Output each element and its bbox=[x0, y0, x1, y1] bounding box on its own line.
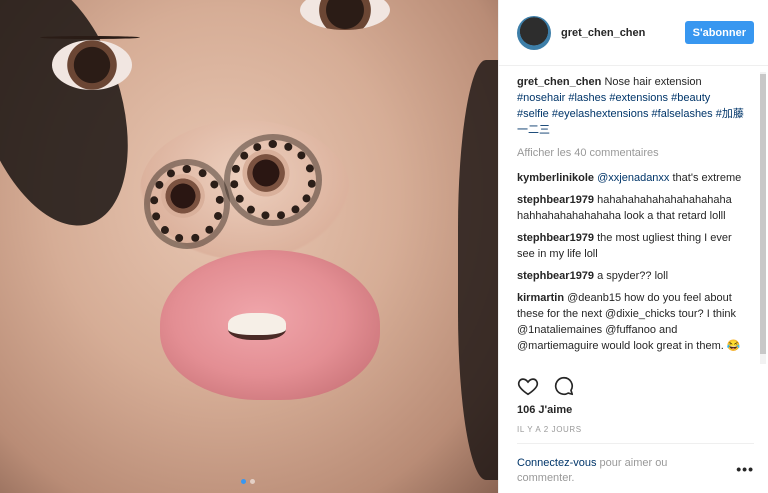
post-timestamp: IL Y A 2 JOURS bbox=[517, 425, 582, 434]
comment-text: a spyder?? loll bbox=[597, 270, 669, 282]
action-bar bbox=[517, 375, 575, 397]
login-prompt: Connectez-vous pour aimer ou commenter. bbox=[517, 456, 717, 486]
carousel-dot-2[interactable] bbox=[250, 479, 255, 484]
comment-item: kirmartin @deanb15 how do you feel about… bbox=[517, 290, 744, 354]
comment-username[interactable]: stephbear1979 bbox=[517, 270, 594, 282]
heart-outline-icon[interactable] bbox=[517, 375, 539, 397]
comment-username[interactable]: stephbear1979 bbox=[517, 232, 594, 244]
divider bbox=[517, 443, 754, 444]
post-header: gret_chen_chen S'abonner bbox=[499, 0, 768, 66]
photo-lash-left bbox=[40, 36, 140, 39]
login-link[interactable]: Connectez-vous bbox=[517, 457, 597, 469]
header-username[interactable]: gret_chen_chen bbox=[561, 27, 685, 39]
comment-username[interactable]: kirmartin bbox=[517, 292, 564, 304]
comment-mention[interactable]: @xxjenadanxx bbox=[597, 172, 669, 184]
carousel-indicator bbox=[241, 479, 255, 484]
comment-username[interactable]: kymberlinikole bbox=[517, 172, 594, 184]
follow-button[interactable]: S'abonner bbox=[684, 21, 754, 44]
photo-eye-left bbox=[52, 40, 132, 90]
comments-scrollbar[interactable] bbox=[760, 72, 766, 364]
carousel-dot-1[interactable] bbox=[241, 479, 246, 484]
comment-item: stephbear1979 a spyder?? loll bbox=[517, 268, 744, 284]
post-frame: gret_chen_chen S'abonner gret_chen_chen … bbox=[0, 0, 768, 493]
comment-item: stephbear1979 the most ugliest thing I e… bbox=[517, 230, 744, 262]
photo-hair-right bbox=[458, 60, 498, 480]
comments-list: gret_chen_chen Nose hair extension #nose… bbox=[517, 74, 744, 366]
comment-bubble-icon[interactable] bbox=[553, 375, 575, 397]
scrollbar-thumb[interactable] bbox=[760, 74, 766, 354]
post-photo[interactable] bbox=[0, 0, 498, 493]
likes-count[interactable]: 106 J'aime bbox=[517, 404, 572, 416]
photo-nostril-left bbox=[158, 170, 208, 222]
photo-eye-right bbox=[300, 0, 390, 30]
caption-username[interactable]: gret_chen_chen bbox=[517, 76, 601, 88]
avatar[interactable] bbox=[517, 15, 551, 50]
comment-item: kymberlinikole @xxjenadanxx that's extre… bbox=[517, 170, 744, 186]
comment-username[interactable]: stephbear1979 bbox=[517, 194, 594, 206]
comment-item: stephbear1979 hahahahahahahahahahaha hah… bbox=[517, 192, 744, 224]
caption: gret_chen_chen Nose hair extension #nose… bbox=[517, 74, 744, 138]
post-sidebar: gret_chen_chen S'abonner gret_chen_chen … bbox=[498, 0, 768, 493]
caption-hashtags[interactable]: #nosehair #lashes #extensions #beauty #s… bbox=[517, 92, 744, 136]
comment-text: that's extreme bbox=[669, 172, 742, 184]
caption-text: Nose hair extension bbox=[604, 76, 702, 88]
view-all-comments-link[interactable]: Afficher les 40 commentaires bbox=[517, 145, 744, 161]
photo-teeth bbox=[228, 313, 286, 340]
photo-nostril-right bbox=[238, 146, 294, 200]
more-dots-icon[interactable]: ••• bbox=[736, 461, 754, 477]
